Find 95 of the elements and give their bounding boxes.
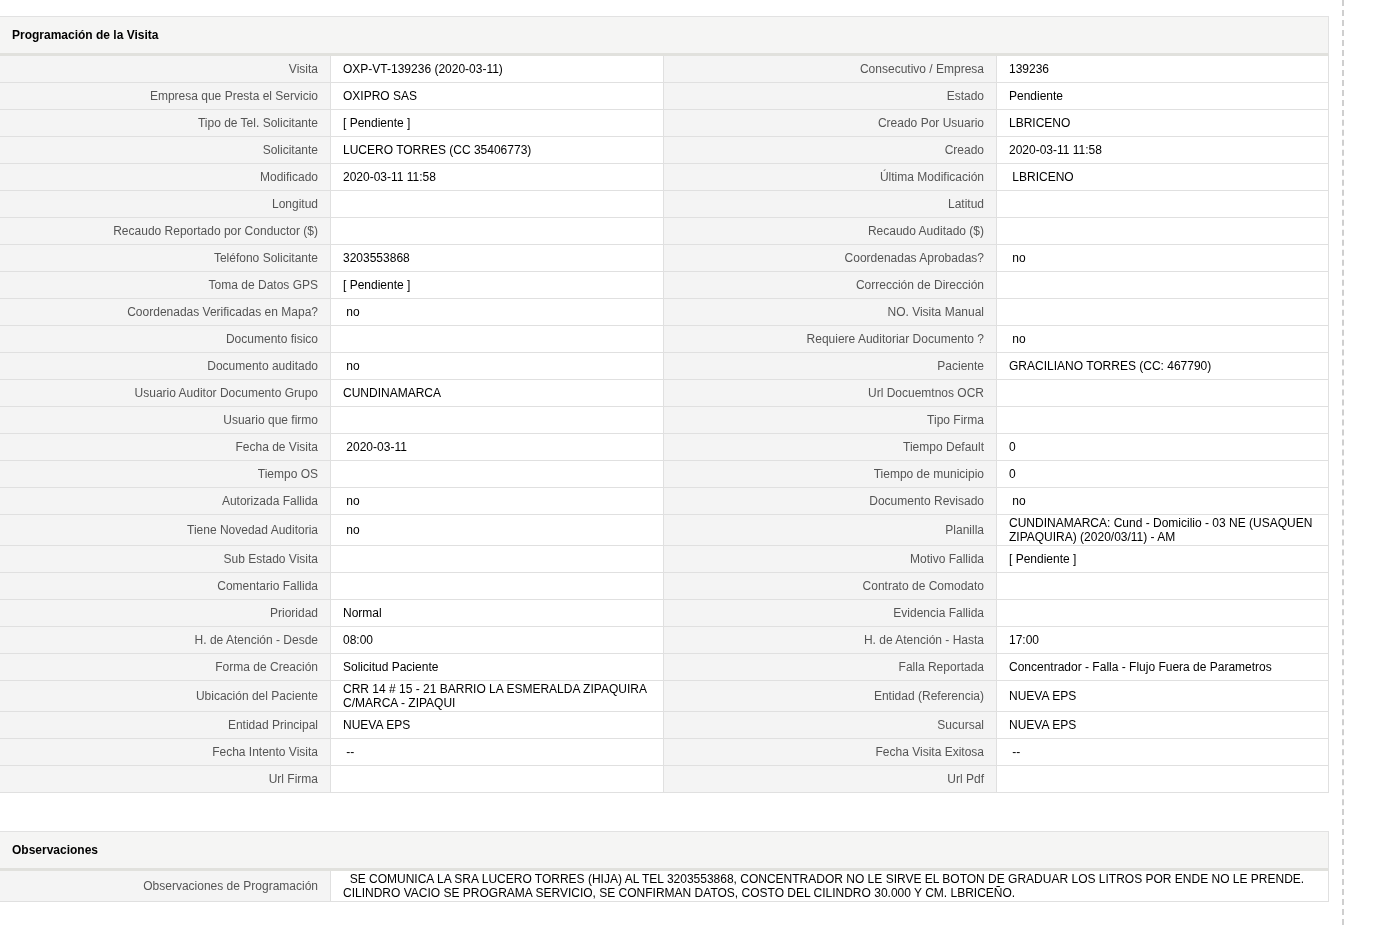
field-value: Solicitud Paciente: [331, 654, 664, 681]
field-label: Tiempo de municipio: [664, 461, 997, 488]
field-label: Url Docuemtnos OCR: [664, 380, 997, 407]
field-value: [ Pendiente ]: [331, 110, 664, 137]
field-label: Prioridad: [0, 600, 331, 627]
field-value: SE COMUNICA LA SRA LUCERO TORRES (HIJA) AL TEL 3203553868, CONCENTRADOR NO LE SIRVE EL BOTON DE GRADUAR LOS LITROS POR ENDE NO LE PRENDE. CILINDRO VACIO SE PROGRAMA SERVICIO, SE CONFIRMAN DATOS, COSTO DEL CILINDRO 30.000 Y CM. LBRICEÑO.: [331, 871, 1329, 902]
field-label: Latitud: [664, 191, 997, 218]
field-label: Tiempo Default: [664, 434, 997, 461]
field-label: Falla Reportada: [664, 654, 997, 681]
field-value: LBRICENO: [997, 110, 1329, 137]
section-header: Observaciones: [0, 831, 1329, 871]
field-label: Creado: [664, 137, 997, 164]
field-value: no: [331, 515, 664, 546]
field-value: [ Pendiente ]: [331, 272, 664, 299]
field-value: no: [331, 488, 664, 515]
field-label: Entidad Principal: [0, 712, 331, 739]
field-label: Documento auditado: [0, 353, 331, 380]
field-label: Sucursal: [664, 712, 997, 739]
field-label: H. de Atención - Desde: [0, 627, 331, 654]
field-label: Documento Revisado: [664, 488, 997, 515]
field-label: Usuario Auditor Documento Grupo: [0, 380, 331, 407]
field-value: 2020-03-11 11:58: [331, 164, 664, 191]
field-label: Usuario que firmo: [0, 407, 331, 434]
field-value: 2020-03-11: [331, 434, 664, 461]
field-value: no: [997, 326, 1329, 353]
field-label: Tiempo OS: [0, 461, 331, 488]
field-label: Requiere Auditoriar Documento ?: [664, 326, 997, 353]
field-label: Autorizada Fallida: [0, 488, 331, 515]
field-label: Consecutivo / Empresa: [664, 56, 997, 83]
field-label: Fecha Visita Exitosa: [664, 739, 997, 766]
field-value: no: [997, 488, 1329, 515]
field-label: Coordenadas Verificadas en Mapa?: [0, 299, 331, 326]
field-value: [ Pendiente ]: [997, 546, 1329, 573]
field-value: NUEVA EPS: [997, 712, 1329, 739]
field-label: Planilla: [664, 515, 997, 546]
field-value: Normal: [331, 600, 664, 627]
field-label: Recaudo Reportado por Conductor ($): [0, 218, 331, 245]
field-label: Estado: [664, 83, 997, 110]
field-value: 2020-03-11 11:58: [997, 137, 1329, 164]
field-label: Url Firma: [0, 766, 331, 793]
field-value: 08:00: [331, 627, 664, 654]
field-label: Ubicación del Paciente: [0, 681, 331, 712]
field-label: Tipo de Tel. Solicitante: [0, 110, 331, 137]
field-value: Pendiente: [997, 83, 1329, 110]
field-label: Recaudo Auditado ($): [664, 218, 997, 245]
field-label: Corrección de Dirección: [664, 272, 997, 299]
field-label: Solicitante: [0, 137, 331, 164]
field-label: Tiene Novedad Auditoria: [0, 515, 331, 546]
field-label: Paciente: [664, 353, 997, 380]
field-label: Teléfono Solicitante: [0, 245, 331, 272]
field-label: Forma de Creación: [0, 654, 331, 681]
field-label: Última Modificación: [664, 164, 997, 191]
field-value: CRR 14 # 15 - 21 BARRIO LA ESMERALDA ZIPAQUIRA C/MARCA - ZIPAQUI: [331, 681, 664, 712]
field-label: Documento fisico: [0, 326, 331, 353]
field-value: LBRICENO: [997, 164, 1329, 191]
field-value: no: [331, 299, 664, 326]
field-label: Empresa que Presta el Servicio: [0, 83, 331, 110]
field-value: no: [997, 245, 1329, 272]
field-label: Visita: [0, 56, 331, 83]
field-label: H. de Atención - Hasta: [664, 627, 997, 654]
field-value: OXP-VT-139236 (2020-03-11): [331, 56, 664, 83]
field-value: no: [331, 353, 664, 380]
field-value: CUNDINAMARCA: Cund - Domicilio - 03 NE (USAQUEN ZIPAQUIRA) (2020/03/11) - AM: [997, 515, 1329, 546]
field-label: Url Pdf: [664, 766, 997, 793]
field-label: Comentario Fallida: [0, 573, 331, 600]
field-value: NUEVA EPS: [997, 681, 1329, 712]
field-label: Tipo Firma: [664, 407, 997, 434]
field-label: Entidad (Referencia): [664, 681, 997, 712]
field-value: OXIPRO SAS: [331, 83, 664, 110]
field-label: Fecha Intento Visita: [0, 739, 331, 766]
field-label: Creado Por Usuario: [664, 110, 997, 137]
field-label: Modificado: [0, 164, 331, 191]
section-header: Programación de la Visita: [0, 16, 1329, 56]
field-value: 17:00: [997, 627, 1329, 654]
field-value: 139236: [997, 56, 1329, 83]
field-value: 0: [997, 434, 1329, 461]
field-label: Fecha de Visita: [0, 434, 331, 461]
field-value: LUCERO TORRES (CC 35406773): [331, 137, 664, 164]
field-label: Toma de Datos GPS: [0, 272, 331, 299]
field-value: NUEVA EPS: [331, 712, 664, 739]
field-value: --: [997, 739, 1329, 766]
field-label: Coordenadas Aprobadas?: [664, 245, 997, 272]
field-value: --: [331, 739, 664, 766]
field-label: NO. Visita Manual: [664, 299, 997, 326]
field-label: Motivo Fallida: [664, 546, 997, 573]
field-label: Sub Estado Visita: [0, 546, 331, 573]
field-label: Longitud: [0, 191, 331, 218]
field-value: Concentrador - Falla - Flujo Fuera de Parametros: [997, 654, 1329, 681]
field-value: GRACILIANO TORRES (CC: 467790): [997, 353, 1329, 380]
field-label: Evidencia Fallida: [664, 600, 997, 627]
field-label: Observaciones de Programación: [0, 871, 331, 902]
field-value: 3203553868: [331, 245, 664, 272]
field-value: 0: [997, 461, 1329, 488]
field-value: CUNDINAMARCA: [331, 380, 664, 407]
field-label: Contrato de Comodato: [664, 573, 997, 600]
